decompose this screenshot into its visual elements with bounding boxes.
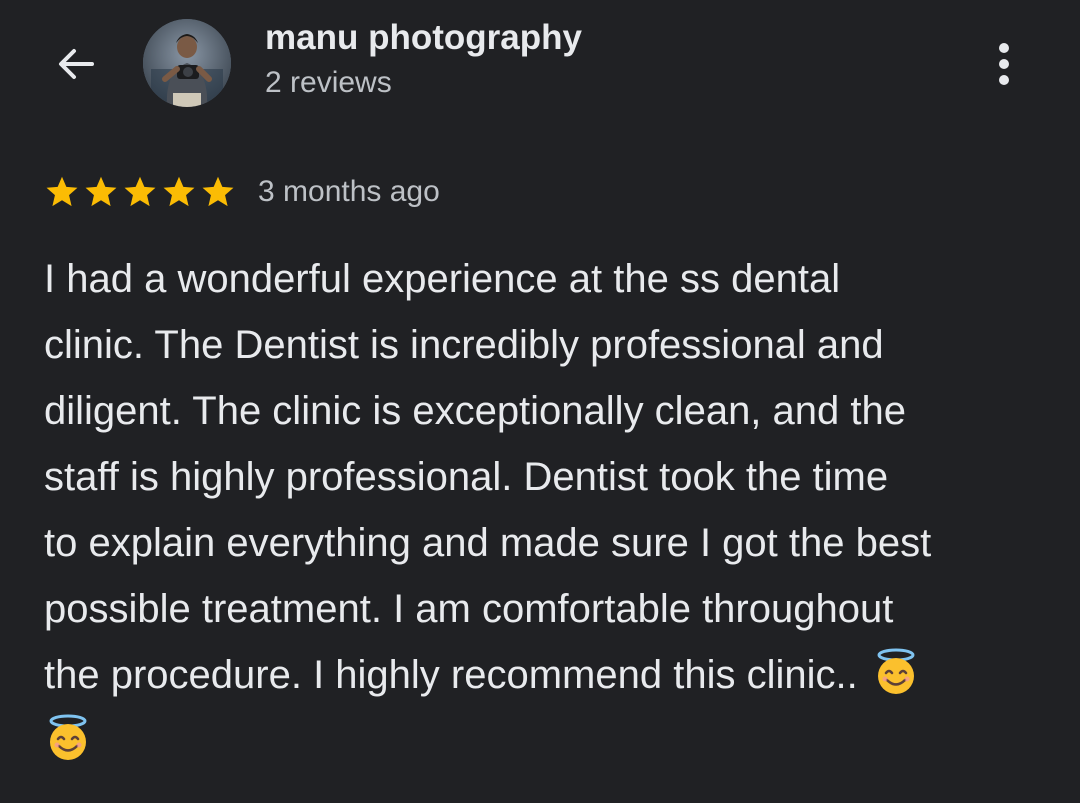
review-line-text: I had a wonderful experience at the ss d… bbox=[44, 257, 841, 301]
review-line: to explain everything and made sure I go… bbox=[44, 510, 1034, 576]
star-icon bbox=[46, 176, 78, 207]
review-line: the procedure. I highly recommend this c… bbox=[44, 642, 1034, 708]
review-line: staff is highly professional. Dentist to… bbox=[44, 444, 1034, 510]
rating-row: 3 months ago bbox=[44, 172, 440, 212]
review-line: possible treatment. I am comfortable thr… bbox=[44, 576, 1034, 642]
review-line-text: clinic. The Dentist is incredibly profes… bbox=[44, 323, 884, 367]
review-line: I had a wonderful experience at the ss d… bbox=[44, 246, 1034, 312]
review-time: 3 months ago bbox=[258, 175, 440, 208]
review-text: I had a wonderful experience at the ss d… bbox=[44, 246, 1034, 774]
star-icon bbox=[85, 176, 117, 207]
avatar-photo bbox=[143, 19, 231, 107]
more-options-button[interactable] bbox=[978, 34, 1030, 94]
star-icon bbox=[202, 176, 234, 207]
header: manu photography 2 reviews bbox=[0, 0, 1080, 130]
more-vertical-icon bbox=[999, 43, 1009, 85]
review-line: clinic. The Dentist is incredibly profes… bbox=[44, 312, 1034, 378]
review-line-text: the procedure. I highly recommend this c… bbox=[44, 653, 858, 697]
review-line bbox=[44, 708, 1034, 774]
review-line-text: diligent. The clinic is exceptionally cl… bbox=[44, 389, 906, 433]
avatar[interactable] bbox=[143, 19, 231, 107]
back-button[interactable] bbox=[44, 36, 108, 92]
smiling-face-with-halo-icon bbox=[49, 714, 87, 760]
review-line-text: to explain everything and made sure I go… bbox=[44, 521, 932, 565]
review-line: diligent. The clinic is exceptionally cl… bbox=[44, 378, 1034, 444]
arrow-left-icon bbox=[59, 49, 94, 79]
review-line-text: staff is highly professional. Dentist to… bbox=[44, 455, 889, 499]
smiling-face-with-halo-icon bbox=[877, 648, 915, 694]
review-line-text: possible treatment. I am comfortable thr… bbox=[44, 587, 894, 631]
review-count: 2 reviews bbox=[265, 66, 392, 99]
star-rating bbox=[44, 174, 236, 210]
star-icon bbox=[124, 176, 156, 207]
reviewer-name[interactable]: manu photography bbox=[265, 18, 582, 58]
star-icon bbox=[163, 176, 195, 207]
